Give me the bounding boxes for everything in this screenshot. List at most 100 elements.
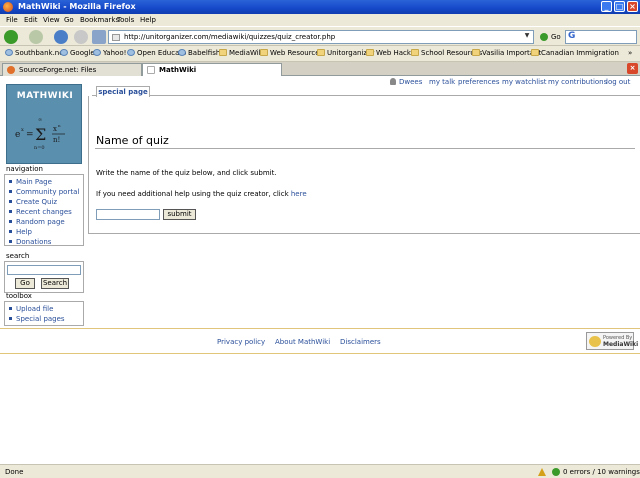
bookmark-folder[interactable]: Web Resources <box>260 49 323 57</box>
folder-icon <box>531 49 539 56</box>
help-link[interactable]: here <box>291 190 307 198</box>
folder-icon <box>219 49 227 56</box>
nav-donations[interactable]: Donations <box>9 238 83 248</box>
bookmark-item[interactable]: Southbank.net <box>5 49 66 57</box>
menu-file[interactable]: File <box>6 16 18 24</box>
menu-bar: File Edit View Go Bookmarks Tools Help <box>0 14 640 26</box>
mediawiki-icon <box>589 336 601 347</box>
content-tabs: special page <box>92 86 640 97</box>
disclaimers-link[interactable]: Disclaimers <box>340 338 381 346</box>
my-contributions-link[interactable]: my contributions <box>548 78 607 86</box>
site-logo[interactable]: MATHWIKI e x = Σ ∞ n=0 x n n! <box>6 84 82 164</box>
chevron-right-icon[interactable]: » <box>628 49 632 57</box>
svg-text:∞: ∞ <box>38 117 42 123</box>
reload-icon[interactable] <box>54 30 68 44</box>
status-ok-icon <box>552 468 560 476</box>
search-button[interactable]: Search <box>41 278 69 289</box>
log-out-link[interactable]: log out <box>606 78 630 86</box>
page-icon <box>147 66 155 74</box>
my-talk-link[interactable]: my talk <box>429 78 455 86</box>
maximize-button[interactable]: □ <box>614 1 625 12</box>
tab-bar: SourceForge.net: Files MathWiki × <box>0 62 640 77</box>
user-link[interactable]: Dwees <box>399 78 422 86</box>
bookmark-folder[interactable]: MediaWiki <box>219 49 265 57</box>
content-area: Name of quiz Write the name of the quiz … <box>88 96 640 234</box>
submit-button[interactable]: submit <box>163 209 196 220</box>
nav-recent-changes[interactable]: Recent changes <box>9 208 83 218</box>
menu-view[interactable]: View <box>43 16 60 24</box>
navigation-heading: navigation <box>6 165 43 173</box>
svg-text:x: x <box>21 127 24 133</box>
back-icon[interactable] <box>4 30 18 44</box>
nav-community-portal[interactable]: Community portal <box>9 188 83 198</box>
bookmark-item[interactable]: Yahoo! <box>93 49 126 57</box>
menu-edit[interactable]: Edit <box>24 16 38 24</box>
status-bar: Done 0 errors / 10 warnings <box>0 464 640 478</box>
menu-tools[interactable]: Tools <box>117 16 134 24</box>
menu-go[interactable]: Go <box>64 16 74 24</box>
special-pages-link[interactable]: Special pages <box>9 315 83 325</box>
tab-sourceforge[interactable]: SourceForge.net: Files <box>2 63 142 76</box>
svg-text:e: e <box>15 130 20 140</box>
powered-by-mediawiki-badge[interactable]: Powered By MediaWiki <box>586 332 638 350</box>
menu-bookmarks[interactable]: Bookmarks <box>80 16 119 24</box>
go-button[interactable]: Go <box>551 33 561 41</box>
site-icon <box>127 49 135 56</box>
minimize-button[interactable]: _ <box>601 1 612 12</box>
search-input[interactable] <box>7 265 81 275</box>
folder-icon <box>411 49 419 56</box>
help-text: If you need additional help using the qu… <box>96 190 307 198</box>
search-engine-input[interactable]: G <box>565 30 637 44</box>
preferences-link[interactable]: preferences <box>458 78 500 86</box>
page-icon <box>112 34 120 41</box>
folder-icon <box>260 49 268 56</box>
user-icon <box>390 78 396 85</box>
menu-help[interactable]: Help <box>140 16 156 24</box>
window-titlebar: MathWiki - Mozilla Firefox _ □ × <box>0 0 640 14</box>
firefox-icon <box>3 2 13 12</box>
folder-icon <box>366 49 374 56</box>
nav-help[interactable]: Help <box>9 228 83 238</box>
stop-icon[interactable] <box>74 30 88 44</box>
nav-random-page[interactable]: Random page <box>9 218 83 228</box>
nav-create-quiz[interactable]: Create Quiz <box>9 198 83 208</box>
go-icon[interactable] <box>540 33 548 41</box>
my-watchlist-link[interactable]: my watchlist <box>502 78 547 86</box>
tab-mathwiki[interactable]: MathWiki <box>142 63 282 77</box>
toolbox-portlet: Upload file Special pages <box>4 301 84 326</box>
folder-icon <box>472 49 480 56</box>
privacy-policy-link[interactable]: Privacy policy <box>217 338 265 346</box>
quiz-name-input[interactable] <box>96 209 160 220</box>
about-link[interactable]: About MathWiki <box>275 338 330 346</box>
console-status[interactable]: 0 errors / 10 warnings <box>563 468 640 476</box>
upload-file-link[interactable]: Upload file <box>9 305 83 315</box>
forward-icon[interactable] <box>29 30 43 44</box>
bookmark-folder[interactable]: Canadian Immigration <box>531 49 619 57</box>
formula-logo-icon: e x = Σ ∞ n=0 x n n! <box>15 117 65 151</box>
navigation-portlet: Main Page Community portal Create Quiz R… <box>4 174 84 246</box>
svg-text:n: n <box>58 123 61 128</box>
svg-text:n=0: n=0 <box>34 145 45 151</box>
svg-text:n!: n! <box>53 136 60 144</box>
close-window-button[interactable]: × <box>627 1 638 12</box>
bookmark-folder[interactable]: Web Hacks <box>366 49 415 57</box>
web-page: Dwees my talk preferences my watchlist m… <box>0 76 640 464</box>
google-icon: G <box>568 31 576 41</box>
toolbox-heading: toolbox <box>6 292 32 300</box>
status-text: Done <box>5 468 24 476</box>
go-button[interactable]: Go <box>15 278 35 289</box>
bookmark-item[interactable]: Google <box>60 49 95 57</box>
chevron-down-icon[interactable]: ▼ <box>522 32 532 42</box>
page-footer: Privacy policy About MathWiki Disclaimer… <box>0 328 640 354</box>
site-icon <box>5 49 13 56</box>
close-tab-icon[interactable]: × <box>627 63 638 74</box>
instruction-text: Write the name of the quiz below, and cl… <box>96 169 277 177</box>
svg-text:x: x <box>53 125 57 133</box>
site-icon <box>178 49 186 56</box>
nav-main-page[interactable]: Main Page <box>9 178 83 188</box>
bookmark-item[interactable]: Babelfish <box>178 49 220 57</box>
sourceforge-icon <box>7 66 15 74</box>
home-icon[interactable] <box>92 30 106 44</box>
warning-icon[interactable] <box>538 468 546 476</box>
address-bar[interactable]: http://unitorganizer.com/mediawiki/quizz… <box>108 30 534 44</box>
